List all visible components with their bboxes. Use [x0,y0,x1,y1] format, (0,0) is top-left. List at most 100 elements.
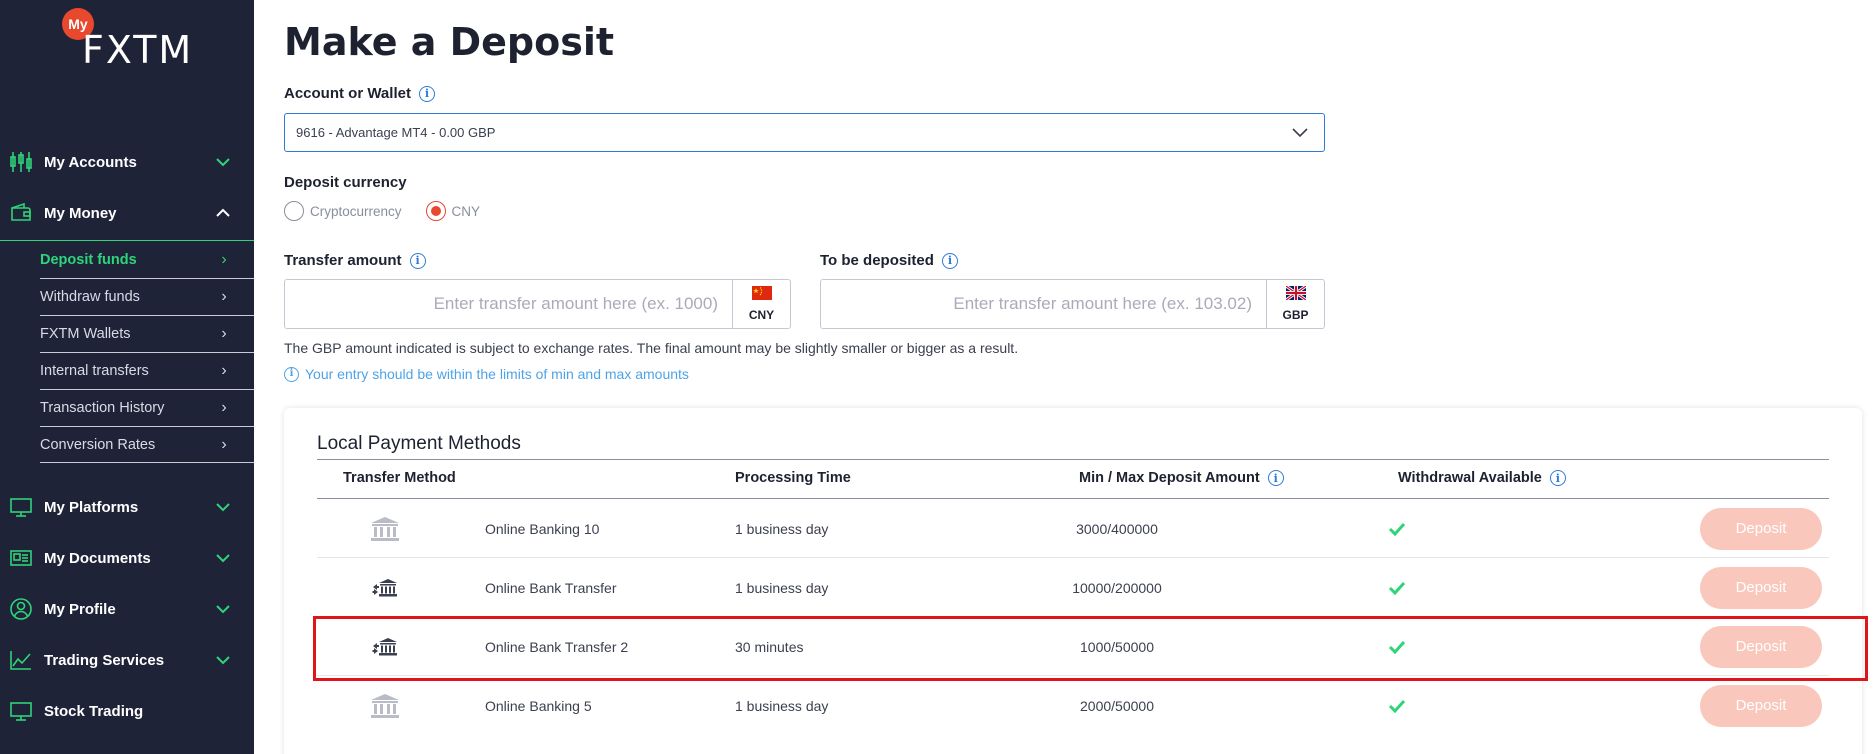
bank-icon [365,676,405,735]
deposit-button[interactable]: Deposit [1700,684,1822,727]
sidebar-item-internal-transfers[interactable]: Internal transfers › [0,352,254,389]
chevron-down-icon [208,147,238,177]
info-icon[interactable]: i [409,252,426,269]
currency-radio-group: Cryptocurrency CNY [284,201,504,221]
radio-cny[interactable]: CNY [425,201,480,221]
check-icon [1347,558,1447,617]
nav-my-accounts[interactable]: My Accounts [0,137,254,187]
chevron-right-icon: › [221,324,227,342]
currency-label: Deposit currency [284,174,407,191]
transfer-amount-label: Transfer amount i [284,252,426,269]
info-icon[interactable]: i [418,85,435,102]
transfer-currency-cell: CNY [732,280,790,328]
info-icon[interactable]: i [1549,470,1566,486]
fxtm-logo[interactable]: My FXTM [62,8,192,72]
transfer-amount-input[interactable] [285,280,732,328]
deposited-currency-cell: GBP [1266,280,1324,328]
highlight-box [313,616,1868,681]
chevron-down-icon [208,492,238,522]
bank-transfer-icon [365,558,405,617]
transfer-currency-code: CNY [748,308,775,322]
account-label-text: Account or Wallet [284,85,411,102]
deposit-button[interactable]: Deposit [1700,507,1822,550]
user-circle-icon [8,596,34,622]
method-name: Online Bank Transfer [485,579,617,596]
sub-item-label: Deposit funds [40,251,137,268]
sub-item-label: FXTM Wallets [40,325,131,342]
chart-line-icon [8,647,34,673]
chevron-down-icon [1290,127,1310,138]
header-withdrawal-text: Withdrawal Available [1398,470,1542,486]
processing-time: 1 business day [735,579,829,596]
nav-my-money[interactable]: My Money [0,188,254,238]
sub-item-label: Internal transfers [40,362,149,379]
radio-label: Cryptocurrency [310,203,402,219]
check-icon [1347,499,1447,558]
chevron-right-icon: › [221,250,227,268]
divider [40,462,254,463]
nav-label: My Profile [44,600,116,618]
table-row: Online Bank Transfer 1 business day 1000… [317,558,1829,617]
chevron-down-icon [208,594,238,624]
chevron-right-icon: › [221,435,227,453]
limits-hint: i Your entry should be within the limits… [284,366,689,382]
payment-methods-card: Local Payment Methods Transfer Method Pr… [284,408,1862,754]
info-icon: i [284,366,299,382]
sidebar: My FXTM My Accounts My Money Deposit fun… [0,0,254,754]
logo-text: FXTM [82,28,194,72]
header-withdrawal: Withdrawal Available i [1398,470,1566,486]
limits-hint-text: Your entry should be within the limits o… [305,366,689,382]
nav-label: Stock Trading [44,702,144,720]
nav-label: Trading Services [44,651,165,669]
table-row: Online Banking 5 1 business day 2000/500… [317,676,1829,735]
monitor-icon [8,698,34,724]
method-name: Online Banking 10 [485,520,600,537]
nav-stock-trading[interactable]: Stock Trading [0,686,254,736]
deposited-amount-input[interactable] [821,280,1266,328]
info-icon[interactable]: i [941,252,958,269]
deposit-cell: Deposit [1699,558,1823,617]
table-row: Online Banking 10 1 business day 3000/40… [317,499,1829,558]
nav-trading-services[interactable]: Trading Services [0,635,254,685]
nav-label: My Accounts [44,153,137,171]
chevron-up-icon [208,198,238,228]
radio-circle[interactable] [425,201,446,221]
sidebar-item-fxtm-wallets[interactable]: FXTM Wallets › [0,315,254,352]
sidebar-item-conversion-rates[interactable]: Conversion Rates › [0,426,254,463]
account-select[interactable]: 9616 - Advantage MT4 - 0.00 GBP [284,113,1325,152]
deposited-amount-box: GBP [820,279,1325,329]
nav-my-documents[interactable]: My Documents [0,533,254,583]
bank-icon [365,499,405,558]
processing-time: 1 business day [735,520,829,537]
info-icon[interactable]: i [1267,470,1284,486]
chevron-right-icon: › [221,287,227,305]
deposit-button[interactable]: Deposit [1700,566,1822,609]
account-label: Account or Wallet i [284,85,435,102]
header-min-max: Min / Max Deposit Amount i [1079,470,1284,486]
wallet-icon [8,200,34,226]
payment-methods-title: Local Payment Methods [317,433,521,454]
check-icon [1347,676,1447,735]
deposited-label-text: To be deposited [820,252,934,269]
nav-label: My Platforms [44,498,139,516]
account-select-value: 9616 - Advantage MT4 - 0.00 GBP [296,125,496,140]
sidebar-item-withdraw-funds[interactable]: Withdraw funds › [0,278,254,315]
min-max-amount: 10000/200000 [1072,579,1162,596]
transfer-amount-box: CNY [284,279,791,329]
nav-my-profile[interactable]: My Profile [0,584,254,634]
divider [317,459,1829,460]
exchange-rate-note: The GBP amount indicated is subject to e… [284,340,1019,356]
radio-circle[interactable] [284,201,304,221]
sidebar-item-transaction-history[interactable]: Transaction History › [0,389,254,426]
radio-cryptocurrency[interactable]: Cryptocurrency [284,201,402,221]
header-processing-time: Processing Time [735,470,851,486]
deposit-cell: Deposit [1699,499,1823,558]
chevron-right-icon: › [221,361,227,379]
nav-my-platforms[interactable]: My Platforms [0,482,254,532]
nav-label: My Documents [44,549,151,567]
sidebar-item-deposit-funds[interactable]: Deposit funds › [0,241,254,278]
china-flag-icon [751,286,772,305]
min-max-amount: 2000/50000 [1080,697,1154,714]
monitor-icon [8,494,34,520]
id-card-icon [8,545,34,571]
